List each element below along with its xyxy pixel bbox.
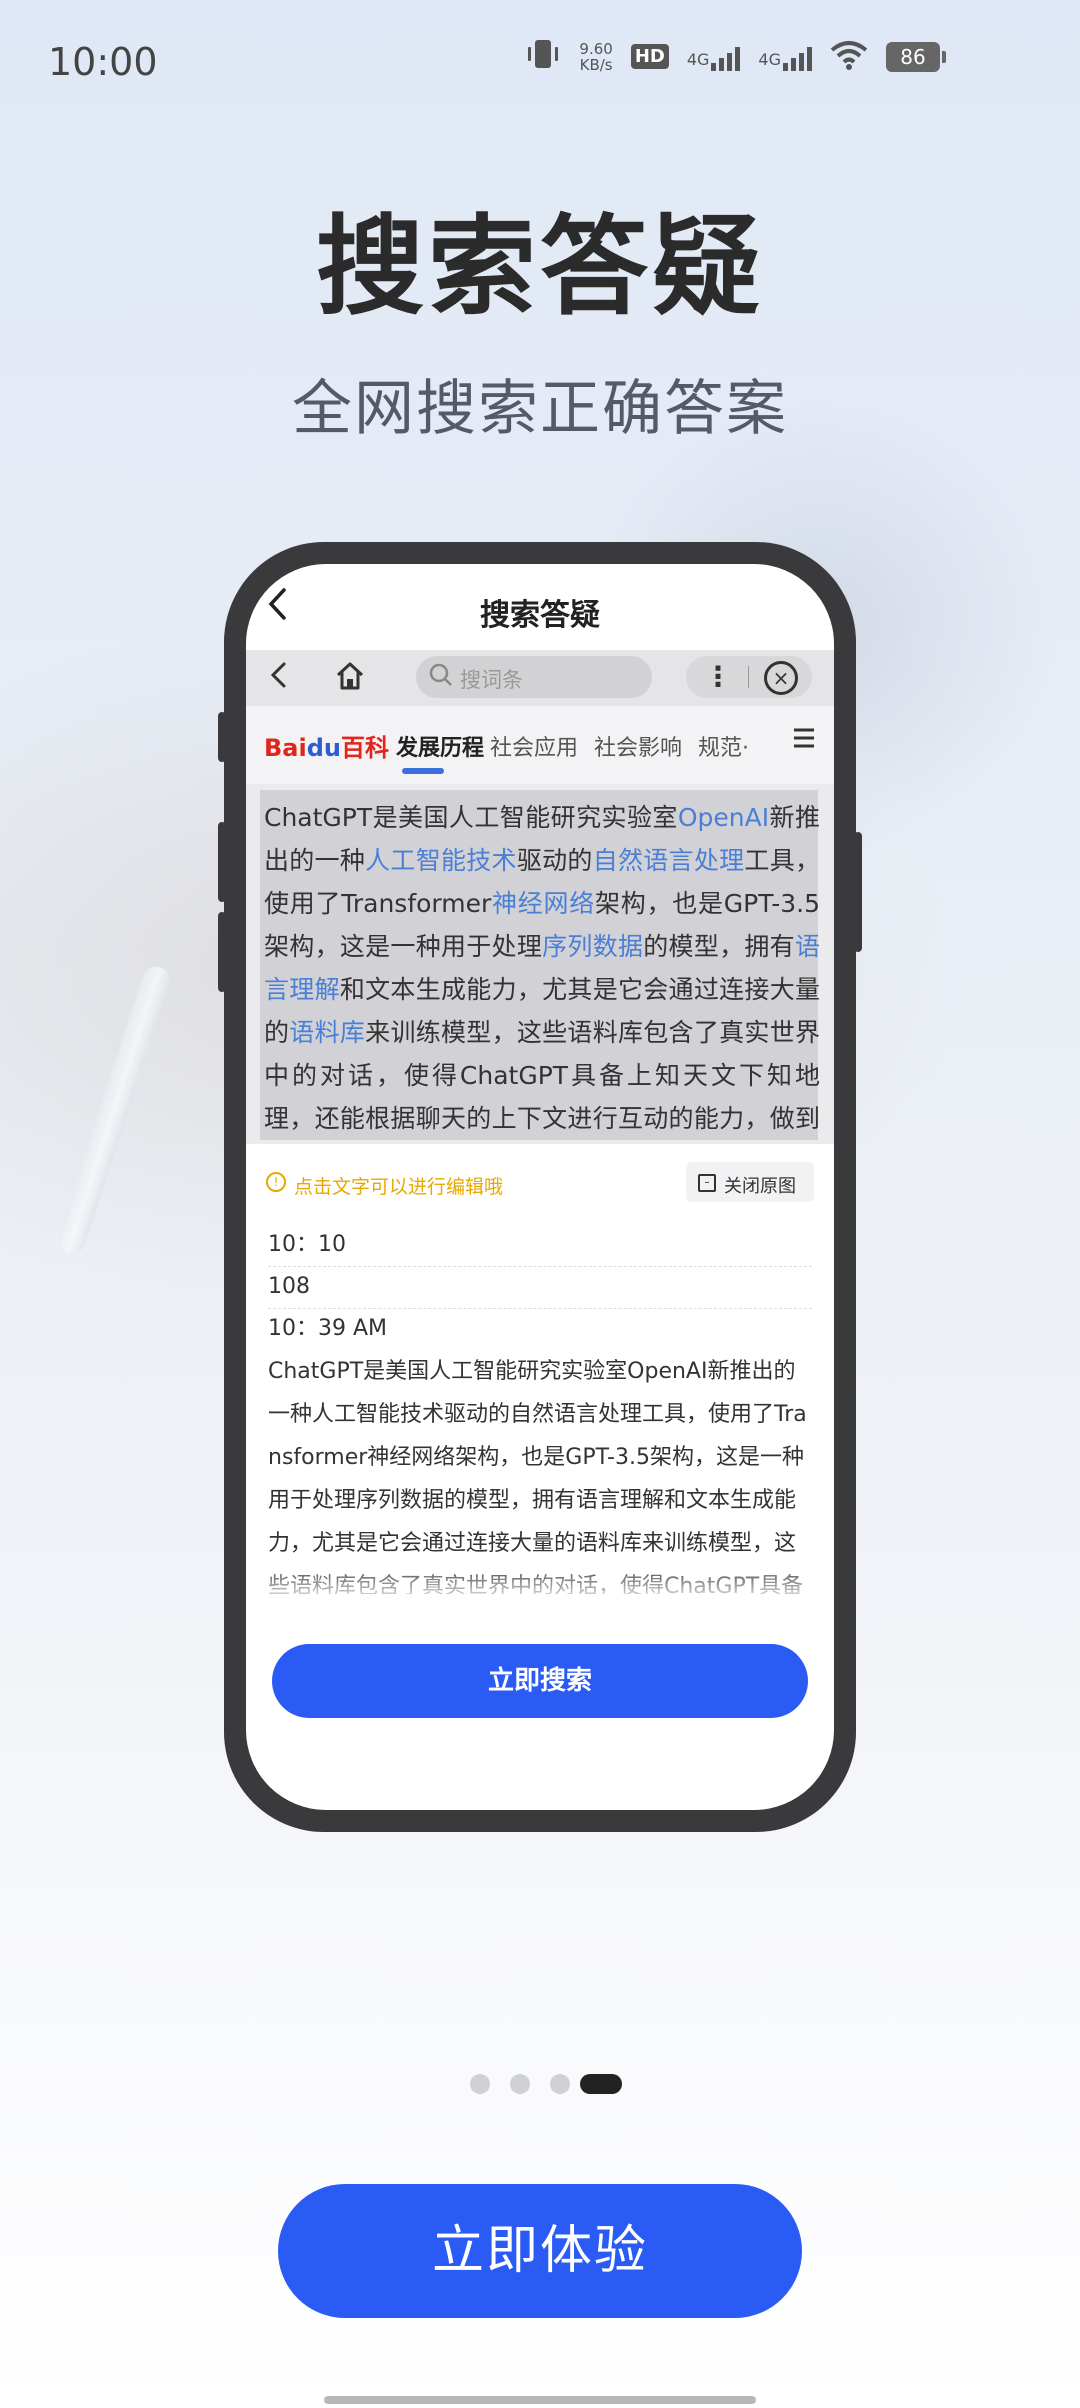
article-link[interactable]: OpenAI	[678, 803, 769, 832]
page-title: 搜索答疑	[315, 205, 764, 330]
screen-header: 搜索答疑	[246, 564, 834, 650]
baidu-baike-logo: Baidu百科	[264, 734, 389, 762]
ocr-line[interactable]: 108	[268, 1266, 812, 1309]
ocr-paragraph[interactable]: ChatGPT是美国人工智能研究实验室OpenAI新推出的一种人工智能技术驱动的…	[268, 1350, 812, 1594]
page-indicator	[0, 2072, 1080, 2096]
article-link[interactable]: 自然语言处理	[593, 846, 745, 875]
tab-development-history[interactable]: 发展历程	[396, 730, 484, 762]
article-link[interactable]: 语料库	[289, 1018, 365, 1047]
phone-side-button	[218, 912, 226, 992]
article-link[interactable]: 序列数据	[542, 932, 643, 961]
menu-icon[interactable]	[792, 726, 816, 756]
article-text: ChatGPT是美国人工智能研究实验室	[264, 803, 678, 832]
page-subtitle: 全网搜索正确答案	[292, 374, 788, 444]
search-placeholder: 搜词条	[460, 668, 523, 692]
home-icon[interactable]	[334, 660, 366, 700]
hd-badge: HD	[630, 44, 669, 69]
close-original-label: 关闭原图	[724, 1176, 796, 1197]
ocr-line[interactable]: 10：39 AM	[268, 1308, 812, 1350]
wifi-icon	[830, 40, 868, 74]
status-bar: 10:00 9.60 KB/s HD 4G 4G 86	[0, 0, 1080, 130]
status-icons: 9.60 KB/s HD 4G 4G 86	[525, 38, 946, 75]
article-text: 驱动的	[516, 846, 593, 875]
ocr-result-text[interactable]: 10：10 108 10：39 AM ChatGPT是美国人工智能研究实验室Op…	[246, 1224, 834, 1594]
page-dot[interactable]	[470, 2074, 490, 2094]
tab-active-indicator	[402, 768, 444, 774]
page-dot[interactable]	[510, 2074, 530, 2094]
browser-search-input[interactable]: 搜词条	[416, 656, 652, 698]
tab-social-application[interactable]: 社会应用	[490, 730, 578, 762]
close-original-button[interactable]: – 关闭原图	[686, 1162, 814, 1202]
phone-side-button	[218, 822, 226, 902]
screen-title: 搜索答疑	[480, 598, 600, 633]
edit-hint-text: 点击文字可以进行编辑哦	[294, 1176, 504, 1198]
vibrate-icon	[525, 38, 561, 75]
browser-capsule: ⋮ ×	[686, 656, 812, 698]
search-icon	[428, 662, 454, 694]
article-link[interactable]: 神经网络	[491, 889, 595, 918]
edit-hint-bar: ! 点击文字可以进行编辑哦 – 关闭原图	[246, 1144, 834, 1224]
home-indicator[interactable]	[324, 2396, 756, 2404]
battery-icon: 86	[886, 41, 946, 72]
source-article-text: ChatGPT是美国人工智能研究实验室OpenAI新推出的一种人工智能技术驱动的…	[264, 796, 820, 1144]
collapse-icon: –	[698, 1174, 716, 1192]
close-icon[interactable]: ×	[764, 661, 798, 695]
ocr-line[interactable]: 10：10	[268, 1224, 812, 1267]
tab-social-impact[interactable]: 社会影响	[594, 730, 682, 762]
ocr-fade	[246, 1564, 834, 1604]
signal-icon-sim2: 4G	[758, 43, 812, 71]
signal-icon-sim1: 4G	[687, 43, 741, 71]
browser-toolbar: 搜词条 ⋮ ×	[246, 650, 834, 706]
search-now-button[interactable]: 立即搜索	[272, 1644, 808, 1718]
capsule-divider	[748, 666, 749, 688]
phone-power-button	[854, 832, 862, 952]
browser-back-icon[interactable]	[268, 658, 288, 701]
phone-mockup: 搜索答疑 搜词条 ⋮ × Baidu百科 发展历程 社会应用 社会影响 规范· …	[218, 542, 862, 1832]
net-speed: 9.60 KB/s	[579, 39, 613, 74]
try-now-button[interactable]: 立即体验	[278, 2184, 802, 2318]
phone-side-button	[218, 712, 226, 762]
tab-norms[interactable]: 规范·	[698, 730, 749, 762]
article-link[interactable]: 人工智能技术	[365, 846, 517, 875]
phone-screen: 搜索答疑 搜词条 ⋮ × Baidu百科 发展历程 社会应用 社会影响 规范· …	[246, 564, 834, 1810]
info-icon: !	[266, 1172, 286, 1192]
page-dot[interactable]	[550, 2074, 570, 2094]
source-image-preview[interactable]: ChatGPT是美国人工智能研究实验室OpenAI新推出的一种人工智能技术驱动的…	[246, 784, 834, 1144]
baike-tab-bar: Baidu百科 发展历程 社会应用 社会影响 规范·	[246, 706, 834, 784]
article-text: 的模型，拥有	[643, 932, 795, 961]
status-time: 10:00	[48, 40, 158, 84]
more-icon[interactable]: ⋮	[704, 660, 732, 693]
page-dot-active[interactable]	[580, 2074, 622, 2094]
